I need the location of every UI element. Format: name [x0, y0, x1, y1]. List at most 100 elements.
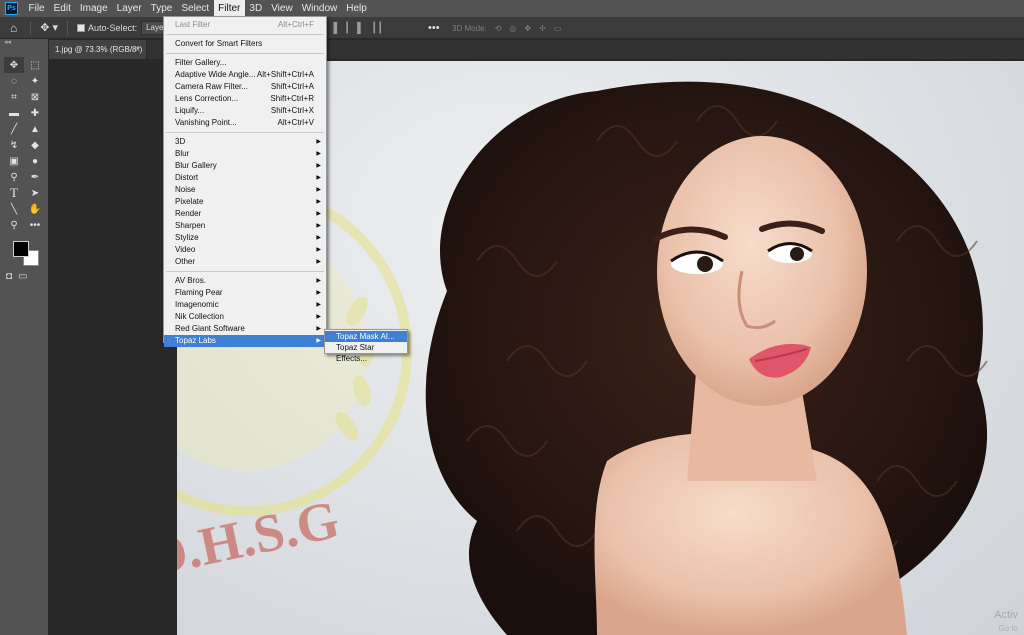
brush-tool-icon[interactable]: ╱ — [4, 121, 24, 137]
filter-menu-item-convert-for-smart-filters[interactable]: Convert for Smart Filters — [164, 38, 326, 50]
blur-tool-icon[interactable]: ● — [25, 153, 45, 169]
frame-tool-icon[interactable]: ⊠ — [25, 89, 45, 105]
filter-menu-item-sharpen[interactable]: Sharpen ▶ — [164, 220, 326, 232]
filter-menu-item-topaz-labs[interactable]: Topaz Labs ▶ — [164, 335, 326, 347]
submenu-arrow-icon: ▶ — [316, 151, 321, 157]
foreground-color-swatch[interactable] — [13, 241, 29, 257]
menu-item-shortcut: Alt+Ctrl+F — [277, 20, 314, 29]
lasso-tool-icon[interactable]: ◌ — [4, 73, 24, 89]
menu-view[interactable]: View — [267, 0, 298, 17]
filter-menu-item-stylize[interactable]: Stylize ▶ — [164, 232, 326, 244]
menu-window[interactable]: Window — [297, 0, 342, 17]
menu-item-label: Last Filter — [175, 20, 211, 29]
align-left-icon[interactable]: ▐ — [330, 23, 337, 34]
magic-wand-tool-icon[interactable]: ✦ — [25, 73, 45, 89]
hand-tool-icon[interactable]: ✋ — [25, 201, 45, 217]
auto-select-checkbox[interactable] — [77, 23, 86, 32]
distribute-icon[interactable]: ┃┃ — [371, 23, 383, 34]
filter-menu-item-3d[interactable]: 3D ▶ — [164, 136, 326, 148]
filter-menu-item-liquify[interactable]: Liquify... Shift+Ctrl+X — [164, 105, 326, 117]
3d-slide-icon[interactable]: ✢ — [539, 24, 546, 33]
stamp-tool-icon[interactable]: ▲ — [25, 121, 45, 137]
filter-menu-item-nik-collection[interactable]: Nik Collection ▶ — [164, 311, 326, 323]
menu-file[interactable]: File — [24, 0, 49, 17]
filter-menu-item-lens-correction[interactable]: Lens Correction... Shift+Ctrl+R — [164, 93, 326, 105]
home-icon[interactable]: ⌂ — [0, 17, 27, 39]
line-tool-icon[interactable]: ╲ — [4, 201, 24, 217]
filter-menu-item-blur[interactable]: Blur ▶ — [164, 148, 326, 160]
filter-menu-item-pixelate[interactable]: Pixelate ▶ — [164, 196, 326, 208]
menu-filter[interactable]: Filter — [213, 0, 245, 17]
submenu-arrow-icon: ▶ — [316, 302, 321, 308]
filter-menu-item-flaming-pear[interactable]: Flaming Pear ▶ — [164, 287, 326, 299]
menu-select[interactable]: Select — [177, 0, 214, 17]
filter-menu-item-blur-gallery[interactable]: Blur Gallery ▶ — [164, 160, 326, 172]
menu-image[interactable]: Image — [75, 0, 112, 17]
3d-scale-icon[interactable]: ▭ — [554, 24, 562, 33]
screen-mode-icon[interactable]: ▭ — [18, 271, 27, 282]
dodge-tool-icon[interactable]: ⚲ — [4, 169, 24, 185]
menu-layer[interactable]: Layer — [112, 0, 146, 17]
gradient-tool-icon[interactable]: ▣ — [4, 153, 24, 169]
document-tab-title: 1.jpg @ 73.3% (RGB/8*) — [55, 45, 143, 54]
pen-tool-icon[interactable]: ✒ — [25, 169, 45, 185]
document-tab[interactable]: 1.jpg @ 73.3% (RGB/8*) × — [49, 40, 147, 59]
quick-mask-icon[interactable]: ◘ — [6, 271, 12, 282]
more-options-icon[interactable]: ••• — [428, 17, 440, 39]
3d-orbit-icon[interactable]: ⟲ — [495, 24, 502, 33]
align-center-icon[interactable]: ┃ — [344, 23, 350, 34]
menu-type[interactable]: Type — [146, 0, 177, 17]
menu-item-shortcut: Shift+Ctrl+A — [270, 82, 314, 91]
submenu-arrow-icon: ▶ — [316, 211, 321, 217]
3d-roll-icon[interactable]: ◎ — [509, 24, 516, 33]
eraser-tool-icon[interactable]: ◆ — [25, 137, 45, 153]
filter-menu-item-camera-raw-filter[interactable]: Camera Raw Filter... Shift+Ctrl+A — [164, 81, 326, 93]
menu-separator — [166, 132, 324, 133]
close-icon[interactable]: × — [135, 40, 140, 59]
filter-dropdown-menu: Last Filter Alt+Ctrl+F Convert for Smart F… — [163, 16, 327, 347]
filter-menu-item-distort[interactable]: Distort ▶ — [164, 172, 326, 184]
submenu-item-topaz-star-effects[interactable]: Topaz Star Effects... — [325, 342, 407, 363]
menu-item-label: Blur — [175, 149, 190, 158]
align-right-icon[interactable]: ▌ — [357, 23, 364, 34]
submenu-arrow-icon: ▶ — [316, 278, 321, 284]
filter-menu-item-imagenomic[interactable]: Imagenomic ▶ — [164, 299, 326, 311]
filter-menu-item-render[interactable]: Render ▶ — [164, 208, 326, 220]
menu-item-label: Convert for Smart Filters — [175, 39, 263, 48]
menu-item-shortcut: Alt+Ctrl+V — [277, 118, 314, 127]
healing-tool-icon[interactable]: ✚ — [25, 105, 45, 121]
crop-tool-icon[interactable]: ⌗ — [4, 89, 24, 105]
filter-menu-item-video[interactable]: Video ▶ — [164, 244, 326, 256]
type-tool-icon[interactable]: T — [4, 185, 24, 201]
submenu-arrow-icon: ▶ — [316, 290, 321, 296]
move-tool-icon[interactable]: ✥ — [4, 57, 24, 73]
options-bar: ⌂ ✥ ▾ Auto-Select: Layer ▾ ▐ ┃ ▌ ┃┃ ••• … — [0, 17, 1024, 39]
zoom-tool-icon[interactable]: ⚲ — [4, 217, 24, 233]
menu-item-label: Lens Correction... — [175, 94, 239, 103]
filter-menu-item-filter-gallery[interactable]: Filter Gallery... — [164, 57, 326, 69]
filter-menu-item-vanishing-point[interactable]: Vanishing Point... Alt+Ctrl+V — [164, 117, 326, 129]
menu-edit[interactable]: Edit — [49, 0, 75, 17]
menu-bar: Ps File Edit Image Layer Type Select Fil… — [0, 0, 1024, 17]
3d-pan-icon[interactable]: ✥ — [524, 24, 531, 33]
path-select-tool-icon[interactable]: ➤ — [25, 185, 45, 201]
menu-help[interactable]: Help — [342, 0, 372, 17]
collapse-panel-icon[interactable]: ◂◂ — [0, 39, 48, 47]
move-tool-preset-icon[interactable]: ✥ ▾ — [34, 17, 64, 39]
filter-menu-item-other[interactable]: Other ▶ — [164, 256, 326, 268]
filter-menu-item-red-giant-software[interactable]: Red Giant Software ▶ — [164, 323, 326, 335]
filter-menu-item-adaptive-wide-angle[interactable]: Adaptive Wide Angle... Alt+Shift+Ctrl+A — [164, 69, 326, 81]
menu-item-label: Nik Collection — [175, 312, 224, 321]
submenu-arrow-icon: ▶ — [316, 199, 321, 205]
tools-grid: ✥ ⬚ ◌ ✦ ⌗ ⊠ ▬ ✚ ╱ ▲ ↯ ◆ ▣ ● ⚲ ✒ T ➤ ╲ ✋ … — [0, 47, 48, 233]
menu-3d[interactable]: 3D — [245, 0, 267, 17]
eyedropper-tool-icon[interactable]: ▬ — [4, 105, 24, 121]
marquee-tool-icon[interactable]: ⬚ — [25, 57, 45, 73]
more-tools-icon[interactable]: ••• — [25, 217, 45, 233]
filter-menu-item-av-bros[interactable]: AV Bros. ▶ — [164, 275, 326, 287]
3d-mode-label: 3D Mode: — [452, 23, 487, 33]
submenu-item-topaz-mask-ai[interactable]: Topaz Mask AI... — [325, 331, 407, 342]
menu-item-label: Adaptive Wide Angle... — [175, 70, 256, 79]
filter-menu-item-noise[interactable]: Noise ▶ — [164, 184, 326, 196]
history-brush-tool-icon[interactable]: ↯ — [4, 137, 24, 153]
